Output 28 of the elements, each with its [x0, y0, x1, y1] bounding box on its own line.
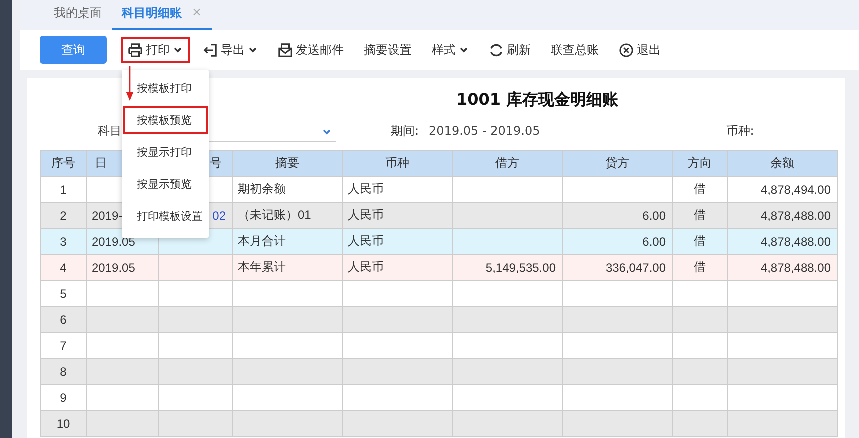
menu-item[interactable]: 按模板打印 — [123, 74, 208, 102]
tab[interactable]: 我的桌面 — [44, 5, 112, 30]
chevron-icon — [173, 45, 183, 55]
toolbar-button[interactable]: 打印 — [121, 37, 190, 63]
menu-item[interactable]: 按模板预览 — [123, 106, 208, 134]
chevron-icon — [248, 45, 258, 55]
toolbar-button[interactable]: 刷新 — [482, 37, 538, 63]
chevron-icon — [459, 45, 469, 55]
toolbar-button[interactable]: 联查总账 — [544, 37, 606, 63]
export-icon — [203, 42, 218, 58]
toolbar-button[interactable]: 退出 — [612, 37, 668, 63]
field-label: 期间: — [391, 122, 420, 140]
refresh-icon — [489, 42, 504, 58]
annotation-arrow — [125, 66, 135, 102]
toolbar-button[interactable]: 样式 — [425, 37, 476, 63]
field-label: 币种: — [726, 122, 754, 140]
table-cell — [87, 411, 159, 437]
envelope-icon — [278, 42, 293, 58]
period-value: 2019.05 - 2019.05 — [429, 124, 540, 138]
field-label: 科目 — [98, 122, 122, 140]
table-cell: 10 — [41, 411, 87, 437]
table-cell — [673, 411, 728, 437]
toolbar-button[interactable]: 摘要设置 — [357, 37, 419, 63]
toolbar-button[interactable]: 导出 — [196, 37, 265, 63]
report-title: 1001 库存现金明细账 — [456, 90, 619, 110]
printer-icon — [128, 42, 143, 58]
close-icon — [619, 42, 634, 58]
toolbar-button[interactable]: 发送邮件 — [271, 37, 351, 63]
